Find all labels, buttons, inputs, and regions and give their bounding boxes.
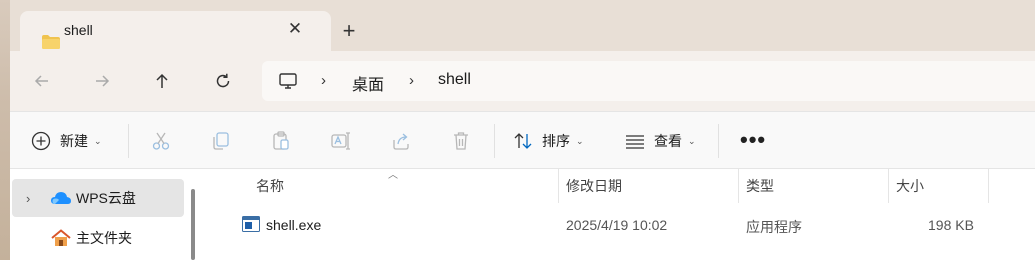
breadcrumb-separator[interactable]: ›: [409, 72, 414, 89]
share-button[interactable]: [390, 126, 412, 156]
rename-icon: [331, 132, 350, 150]
column-header-size[interactable]: 大小: [896, 169, 924, 203]
folder-icon: [42, 35, 60, 49]
address-row: › 桌面 › shell: [10, 51, 1035, 111]
cut-icon: [152, 132, 170, 150]
arrow-up-icon: [156, 73, 168, 88]
delete-button[interactable]: [450, 126, 472, 156]
sidebar-item-label: 主文件夹: [76, 230, 132, 246]
view-label: 查看: [654, 133, 682, 149]
paste-button[interactable]: [270, 126, 292, 156]
tab-strip: shell ✕ +: [10, 0, 1035, 52]
close-tab-button[interactable]: ✕: [284, 18, 306, 40]
sort-ascending-icon: ︿: [388, 170, 398, 181]
back-button[interactable]: [24, 63, 60, 99]
computer-icon: [279, 73, 297, 89]
navigation-pane: › WPS云盘 主文件夹: [10, 169, 195, 260]
plus-circle-icon: [31, 131, 51, 151]
sort-button[interactable]: 排序 ⌄: [512, 126, 584, 156]
arrow-left-icon: [34, 75, 48, 87]
tab-title: shell: [64, 22, 93, 38]
column-divider[interactable]: [558, 169, 559, 203]
view-button[interactable]: 查看 ⌄: [624, 126, 696, 156]
column-divider[interactable]: [988, 169, 989, 203]
up-button[interactable]: [144, 63, 180, 99]
copy-button[interactable]: [210, 126, 232, 156]
file-explorer-window: shell ✕ + › 桌面 › shell 新建 ⌄ 排序 ⌄ 查看 ⌄ ••…: [10, 0, 1035, 260]
command-bar: 新建 ⌄ 排序 ⌄ 查看 ⌄ •••: [10, 111, 1035, 169]
content-area: › WPS云盘 主文件夹 名称 ︿ 修改日期 类型 大小 shell.exe 2…: [10, 169, 1035, 260]
share-icon: [393, 133, 409, 150]
new-label: 新建: [60, 133, 88, 149]
home-icon: [51, 229, 71, 246]
delete-icon: [454, 132, 468, 150]
cloud-icon: [51, 192, 71, 204]
column-divider[interactable]: [738, 169, 739, 203]
file-modified: 2025/4/19 10:02: [566, 217, 668, 233]
sort-icon: [514, 133, 532, 149]
sidebar-item-label: WPS云盘: [76, 190, 136, 206]
navigation-scrollbar[interactable]: [191, 189, 195, 260]
chevron-down-icon: ⌄: [94, 135, 102, 146]
file-type: 应用程序: [746, 219, 802, 235]
desktop-edge: [0, 0, 10, 260]
chevron-right-icon[interactable]: ›: [26, 191, 30, 206]
breadcrumb-shell[interactable]: shell: [438, 71, 471, 89]
column-divider[interactable]: [888, 169, 889, 203]
toolbar-divider: [494, 124, 495, 158]
rename-button[interactable]: [330, 126, 352, 156]
breadcrumb-separator[interactable]: ›: [321, 72, 326, 89]
toolbar-divider: [718, 124, 719, 158]
column-header-date[interactable]: 修改日期: [566, 169, 622, 203]
more-options-button[interactable]: •••: [740, 126, 766, 154]
breadcrumb-desktop[interactable]: 桌面: [352, 71, 384, 95]
chevron-down-icon: ⌄: [576, 135, 584, 146]
new-tab-button[interactable]: +: [336, 19, 362, 45]
forward-button[interactable]: [84, 63, 120, 99]
copy-icon: [213, 132, 229, 150]
chevron-down-icon: ⌄: [688, 135, 696, 146]
sort-label: 排序: [542, 133, 570, 149]
exe-icon: [242, 216, 260, 232]
file-size: 198 KB: [928, 217, 974, 233]
table-row[interactable]: shell.exe 2025/4/19 10:02 应用程序 198 KB: [224, 208, 984, 242]
file-list: 名称 ︿ 修改日期 类型 大小 shell.exe 2025/4/19 10:0…: [202, 169, 1035, 260]
column-header-type[interactable]: 类型: [746, 169, 774, 203]
paste-icon: [273, 131, 289, 150]
column-header-name[interactable]: 名称: [256, 169, 284, 203]
address-bar[interactable]: › 桌面 › shell: [262, 61, 1035, 101]
toolbar-divider: [128, 124, 129, 158]
arrow-right-icon: [96, 75, 110, 87]
sidebar-item-home[interactable]: 主文件夹: [12, 219, 184, 257]
cut-button[interactable]: [150, 126, 172, 156]
refresh-button[interactable]: [205, 63, 241, 99]
refresh-icon: [216, 73, 230, 88]
sidebar-item-wps-cloud[interactable]: › WPS云盘: [12, 179, 184, 217]
new-button[interactable]: 新建 ⌄: [30, 126, 102, 156]
file-name: shell.exe: [266, 217, 322, 233]
view-list-icon: [626, 135, 644, 149]
